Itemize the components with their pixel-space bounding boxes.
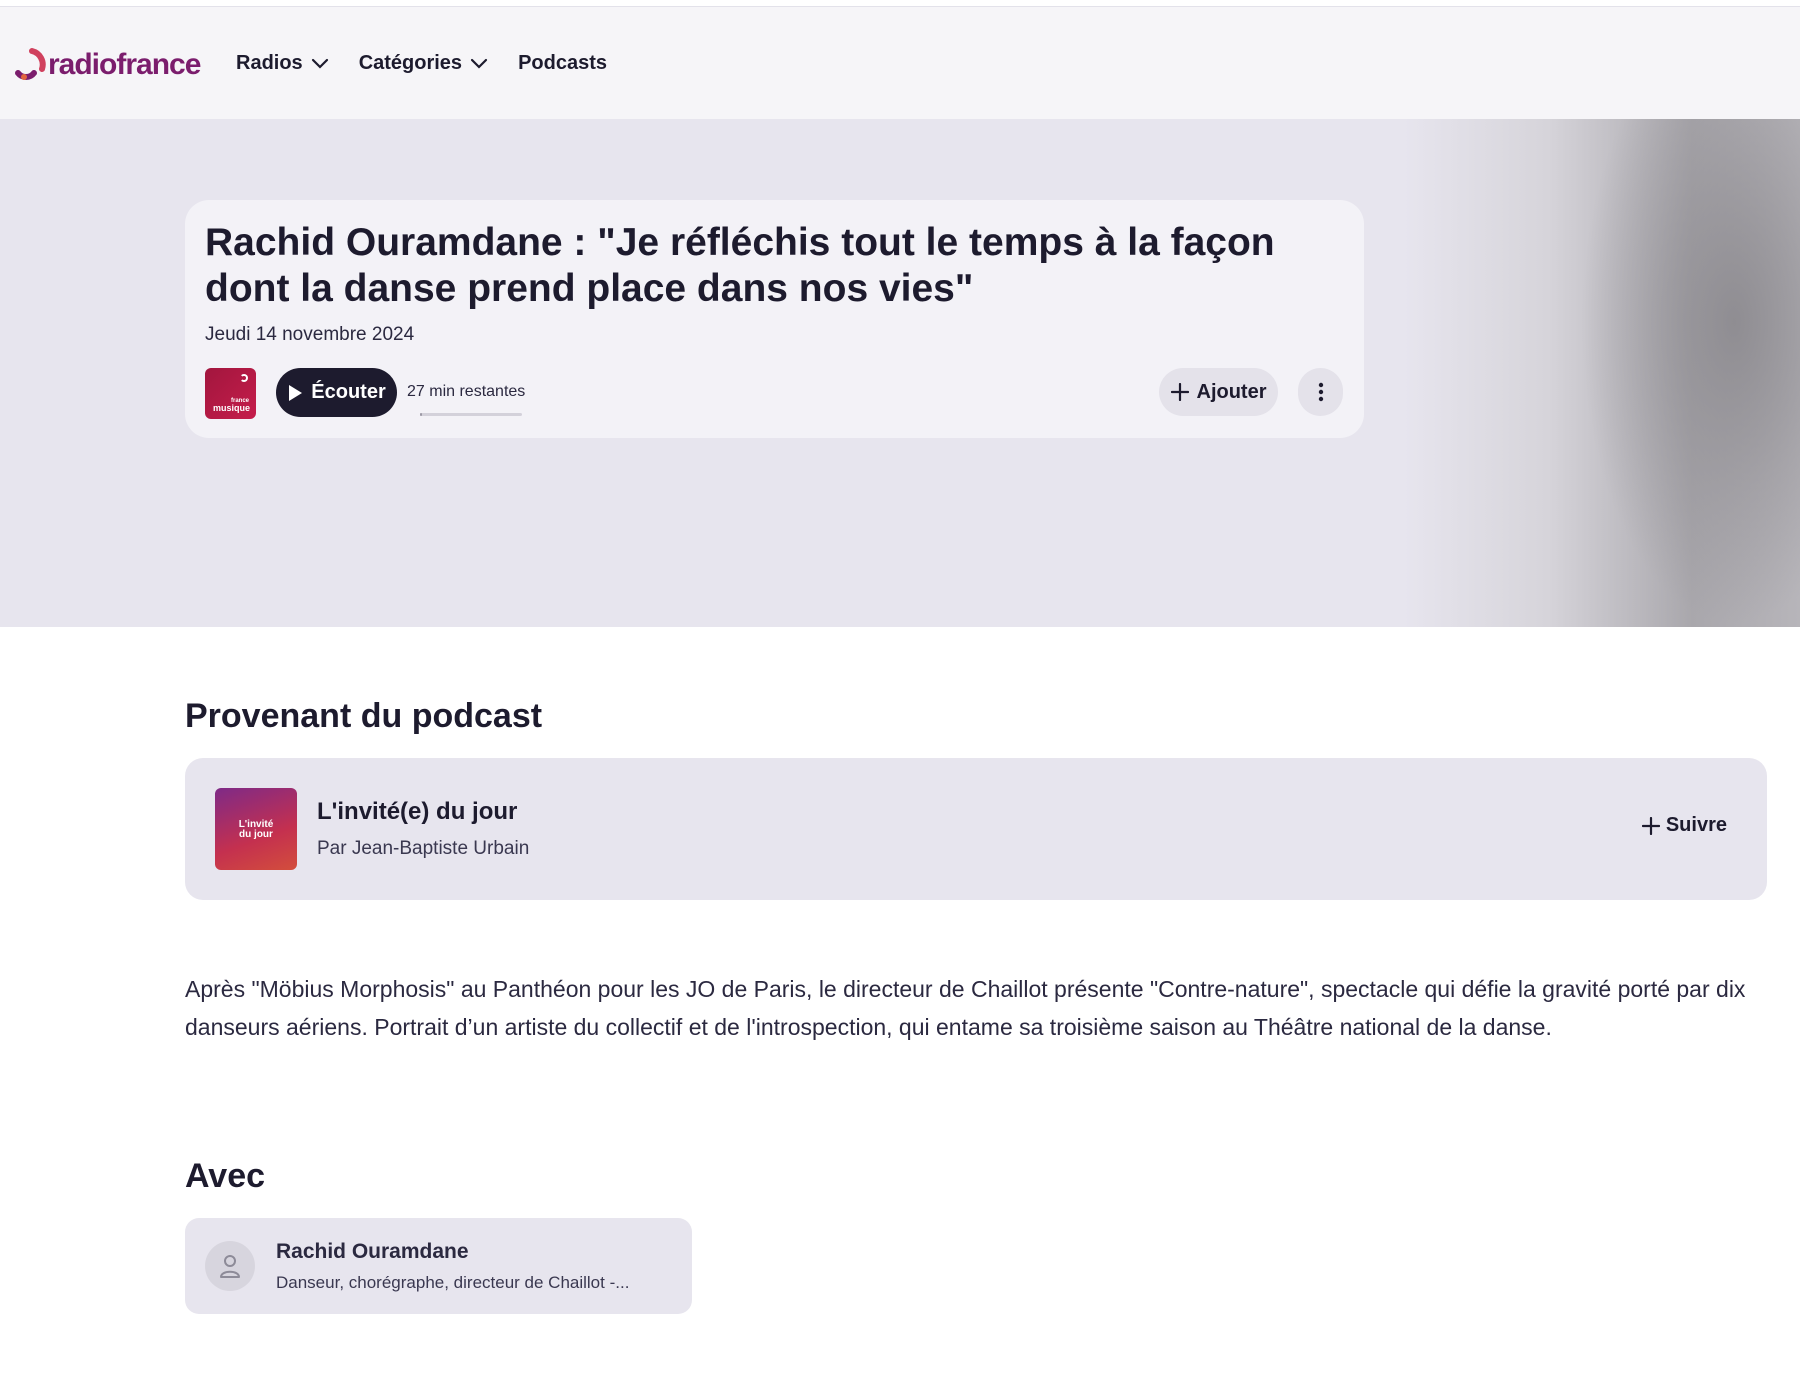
more-vertical-icon xyxy=(1318,382,1323,402)
user-icon xyxy=(220,1255,240,1278)
hero-background-image xyxy=(1580,119,1800,627)
follow-button-label: Suivre xyxy=(1665,814,1727,836)
avatar xyxy=(205,1241,255,1291)
podcast-title[interactable]: L'invité(e) du jour xyxy=(317,798,517,826)
chevron-down-icon xyxy=(311,58,328,69)
play-button[interactable]: Écouter xyxy=(276,368,397,417)
podcast-thumbnail[interactable]: L'invité du jour xyxy=(215,788,297,870)
nav-podcasts[interactable]: Podcasts xyxy=(518,52,607,75)
main-nav: Radios Catégories Podcasts xyxy=(236,7,637,119)
nav-categories[interactable]: Catégories xyxy=(359,52,488,75)
logo-text: radiofrance xyxy=(48,48,201,81)
nav-radios[interactable]: Radios xyxy=(236,52,329,75)
add-button[interactable]: Ajouter xyxy=(1159,368,1278,416)
podcast-author: Par Jean-Baptiste Urbain xyxy=(317,838,530,859)
more-options-button[interactable] xyxy=(1298,368,1343,416)
episode-title: Rachid Ouramdane : "Je réfléchis tout le… xyxy=(205,221,1275,310)
listen-progress-fill xyxy=(420,413,423,416)
guest-card[interactable]: Rachid Ouramdane Danseur, chorégraphe, d… xyxy=(185,1218,692,1314)
podcast-card[interactable]: L'invité du jour L'invité(e) du jour Par… xyxy=(185,758,1767,900)
episode-description: Après "Möbius Morphosis" au Panthéon pou… xyxy=(185,976,1746,1040)
podcast-section-heading: Provenant du podcast xyxy=(185,697,543,735)
plus-icon xyxy=(1641,816,1660,835)
station-logo-big-text: musique xyxy=(212,403,250,413)
listen-progress-bar[interactable] xyxy=(420,413,522,416)
episode-date: Jeudi 14 novembre 2024 xyxy=(205,324,415,345)
podcast-thumb-text-2: du jour xyxy=(239,829,273,840)
nav-podcasts-label: Podcasts xyxy=(518,51,607,74)
follow-button[interactable]: Suivre xyxy=(1641,814,1727,837)
play-button-label: Écouter xyxy=(311,381,386,403)
add-button-label: Ajouter xyxy=(1196,380,1267,403)
time-remaining: 27 min restantes xyxy=(407,383,526,400)
top-border xyxy=(0,0,1800,7)
site-header: radiofrance Radios Catégories Podcasts xyxy=(0,7,1800,119)
guest-role: Danseur, chorégraphe, directeur de Chail… xyxy=(276,1273,630,1292)
radiofrance-logo-mark-icon xyxy=(15,48,46,80)
nav-categories-label: Catégories xyxy=(358,51,463,74)
nav-radios-label: Radios xyxy=(236,51,303,74)
guests-section-heading: Avec xyxy=(185,1157,266,1195)
radiofrance-logo[interactable]: radiofrance xyxy=(12,47,201,83)
episode-card: Rachid Ouramdane : "Je réfléchis tout le… xyxy=(185,200,1364,438)
france-musique-logo[interactable]: france musique xyxy=(205,368,256,419)
chevron-down-icon xyxy=(470,58,488,69)
guest-name: Rachid Ouramdane xyxy=(276,1240,469,1263)
play-icon xyxy=(289,384,303,401)
plus-icon xyxy=(1170,383,1189,401)
station-logo-mark-icon xyxy=(240,374,248,382)
